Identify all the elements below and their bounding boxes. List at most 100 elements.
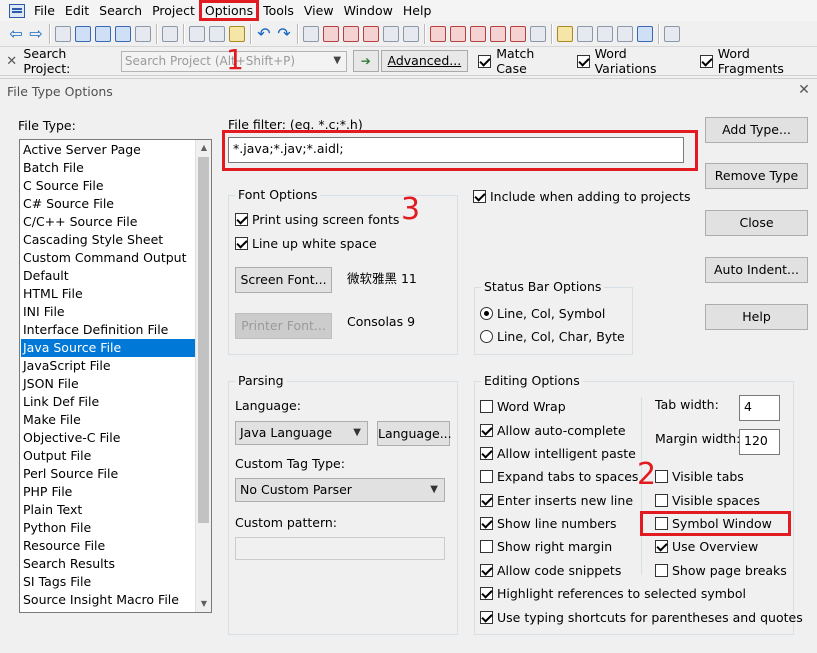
close-icon[interactable]: ✕ xyxy=(795,81,813,99)
file-type-item[interactable]: C Source File xyxy=(21,177,195,195)
jump-icon[interactable] xyxy=(323,25,339,42)
print-screen-fonts-checkbox[interactable]: Print using screen fonts xyxy=(235,212,399,227)
menu-help[interactable]: Help xyxy=(398,1,437,20)
enter-inserts-new-line-checkbox[interactable]: Enter inserts new line xyxy=(480,493,633,508)
file-type-item[interactable]: JSON File xyxy=(21,375,195,393)
use-typing-shortcuts-checkbox[interactable]: Use typing shortcuts for parentheses and… xyxy=(480,610,803,625)
show-line-numbers-checkbox[interactable]: Show line numbers xyxy=(480,516,617,531)
file-type-item[interactable]: Cascading Style Sheet xyxy=(21,231,195,249)
expand-tabs-checkbox[interactable]: Expand tabs to spaces xyxy=(480,469,638,484)
symbol-icon[interactable] xyxy=(577,25,593,42)
custom-pattern-input[interactable] xyxy=(235,537,445,560)
checkbox-icon[interactable] xyxy=(480,470,493,483)
highlight-references-checkbox[interactable]: Highlight references to selected symbol xyxy=(480,586,746,601)
window-icon[interactable] xyxy=(664,25,680,42)
save-icon[interactable] xyxy=(95,25,111,42)
chevron-down-icon[interactable]: ▼ xyxy=(353,422,361,444)
go-arrow-button[interactable]: ➔ xyxy=(353,50,379,72)
file-type-item[interactable]: Perl Source File xyxy=(21,465,195,483)
bookmark-icon[interactable] xyxy=(470,25,486,42)
file-type-item[interactable]: Objective-C File xyxy=(21,429,195,447)
visible-spaces-checkbox[interactable]: Visible spaces xyxy=(655,493,760,508)
menu-edit[interactable]: Edit xyxy=(60,1,94,20)
file-type-item[interactable]: Active Server Page xyxy=(21,141,195,159)
file-type-item[interactable]: Interface Definition File xyxy=(21,321,195,339)
cut-icon[interactable] xyxy=(189,25,205,42)
file-type-item[interactable]: Python File xyxy=(21,519,195,537)
tab-width-input[interactable]: 4 xyxy=(739,395,780,421)
file-type-item[interactable]: Search Results xyxy=(21,555,195,573)
status-line-col-symbol-radio[interactable]: Line, Col, Symbol xyxy=(480,306,605,321)
scroll-thumb[interactable] xyxy=(198,157,209,523)
file-type-item[interactable]: Source Insight Macro File xyxy=(21,591,195,609)
remove-type-button[interactable]: Remove Type xyxy=(705,163,808,189)
file-type-item[interactable]: Resource File xyxy=(21,537,195,555)
custom-tag-type-select[interactable]: No Custom Parser ▼ xyxy=(235,478,445,502)
new-file-icon[interactable] xyxy=(55,25,71,42)
match-case-checkbox[interactable]: Match Case xyxy=(478,46,566,76)
replace-icon[interactable] xyxy=(383,25,399,42)
menu-options[interactable]: Options xyxy=(198,0,260,21)
menu-file[interactable]: File xyxy=(29,1,60,20)
language-select[interactable]: Java Language ▼ xyxy=(235,421,368,445)
radio-icon[interactable] xyxy=(480,307,493,320)
status-line-col-char-byte-radio[interactable]: Line, Col, Char, Byte xyxy=(480,329,625,344)
file-type-item[interactable]: SI Tags File xyxy=(21,573,195,591)
save-all-icon[interactable] xyxy=(115,25,131,42)
scroll-up-icon[interactable]: ▲ xyxy=(196,140,211,156)
checkbox-icon[interactable] xyxy=(480,517,493,530)
checkbox-icon[interactable] xyxy=(655,470,668,483)
close-button[interactable]: Close xyxy=(705,210,808,236)
line-up-white-space-checkbox[interactable]: Line up white space xyxy=(235,236,377,251)
context-icon[interactable] xyxy=(597,25,613,42)
checkbox-icon[interactable] xyxy=(655,564,668,577)
next-link-icon[interactable] xyxy=(450,25,466,42)
allow-auto-complete-checkbox[interactable]: Allow auto-complete xyxy=(480,423,626,438)
screen-font-button[interactable]: Screen Font... xyxy=(235,267,332,293)
menu-window[interactable]: Window xyxy=(339,1,398,20)
checkbox-icon[interactable] xyxy=(480,400,493,413)
scroll-down-icon[interactable]: ▼ xyxy=(196,596,211,612)
chevron-down-icon[interactable]: ▼ xyxy=(430,479,438,501)
lookup-up-icon[interactable] xyxy=(363,25,379,42)
hand-icon[interactable] xyxy=(557,25,573,42)
file-type-item[interactable]: Output File xyxy=(21,447,195,465)
checkbox-icon[interactable] xyxy=(473,190,486,203)
menu-search[interactable]: Search xyxy=(94,1,147,20)
copy-icon[interactable] xyxy=(209,25,225,42)
file-type-list[interactable]: Active Server Page Batch File C Source Fil… xyxy=(19,139,212,613)
file-type-item[interactable]: Link Def File xyxy=(21,393,195,411)
paste-icon[interactable] xyxy=(229,25,245,42)
include-when-adding-checkbox[interactable]: Include when adding to projects xyxy=(473,189,690,204)
checkbox-icon[interactable] xyxy=(655,494,668,507)
use-overview-checkbox[interactable]: Use Overview xyxy=(655,539,758,554)
file-filter-input[interactable]: *.java;*.jav;*.aidl; xyxy=(228,137,684,163)
search-files-icon[interactable] xyxy=(303,25,319,42)
back-arrow-icon[interactable]: ⇦ xyxy=(8,25,24,42)
browse-icon[interactable] xyxy=(530,25,546,42)
checkbox-icon[interactable] xyxy=(235,213,248,226)
printer-font-button[interactable]: Printer Font... xyxy=(235,313,332,339)
checkbox-icon[interactable] xyxy=(480,424,493,437)
print-icon[interactable] xyxy=(162,25,178,42)
bookmark-next-icon[interactable] xyxy=(490,25,506,42)
show-right-margin-checkbox[interactable]: Show right margin xyxy=(480,539,612,554)
checkbox-icon[interactable] xyxy=(478,54,492,68)
allow-intelligent-paste-checkbox[interactable]: Allow intelligent paste xyxy=(480,446,636,461)
margin-width-input[interactable]: 120 xyxy=(739,429,780,455)
checkbox-icon[interactable] xyxy=(480,494,493,507)
word-wrap-checkbox[interactable]: Word Wrap xyxy=(480,399,566,414)
add-type-button[interactable]: Add Type... xyxy=(705,117,808,143)
menu-tools[interactable]: Tools xyxy=(258,1,299,20)
checkbox-icon[interactable] xyxy=(480,611,493,624)
checkbox-icon[interactable] xyxy=(480,564,493,577)
search-list-icon[interactable] xyxy=(403,25,419,42)
word-variations-checkbox[interactable]: Word Variations xyxy=(576,46,690,76)
advanced-button[interactable]: Advanced... xyxy=(380,50,469,72)
radio-icon[interactable] xyxy=(480,330,493,343)
show-page-breaks-checkbox[interactable]: Show page breaks xyxy=(655,563,787,578)
checkbox-icon[interactable] xyxy=(655,517,668,530)
file-type-item[interactable]: INI File xyxy=(21,303,195,321)
menu-project[interactable]: Project xyxy=(147,1,200,20)
checkbox-icon[interactable] xyxy=(699,54,713,68)
